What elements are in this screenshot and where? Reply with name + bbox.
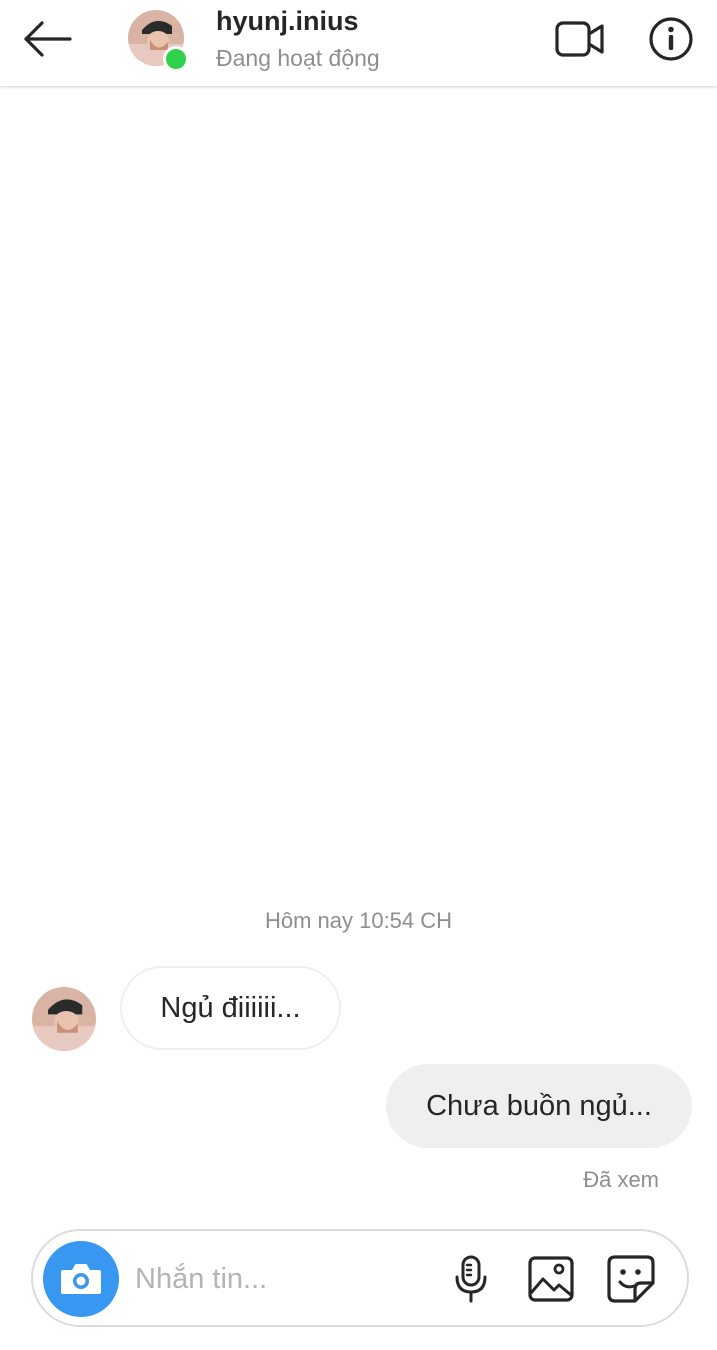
sender-avatar[interactable]: [32, 987, 96, 1051]
sticker-icon: [607, 1255, 655, 1303]
info-button[interactable]: [648, 16, 694, 62]
info-icon: [649, 17, 693, 61]
video-call-button[interactable]: [552, 16, 608, 62]
online-status-indicator: [163, 46, 189, 72]
avatar-image: [32, 987, 96, 1051]
camera-button[interactable]: [43, 1241, 119, 1317]
microphone-icon: [455, 1255, 487, 1303]
sticker-button[interactable]: [605, 1253, 657, 1305]
message-timestamp: Hôm nay 10:54 CH: [264, 908, 453, 933]
chat-username[interactable]: hyunj.inius: [216, 6, 359, 37]
voice-message-button[interactable]: [447, 1253, 495, 1305]
active-status: Đang hoạt động: [216, 45, 380, 71]
incoming-message-bubble[interactable]: Ngủ điiiiii...: [120, 966, 341, 1050]
chat-header: hyunj.inius Đang hoạt động: [0, 0, 717, 86]
image-gallery-icon: [528, 1256, 574, 1302]
message-composer: [31, 1229, 689, 1327]
arrow-left-icon: [24, 21, 72, 57]
back-button[interactable]: [18, 14, 76, 64]
direct-message-screen: hyunj.inius Đang hoạt động Hôm nay 10:54…: [0, 0, 717, 1350]
outgoing-message-bubble[interactable]: Chưa buồn ngủ...: [386, 1064, 692, 1148]
video-camera-icon: [555, 21, 604, 57]
camera-icon: [61, 1264, 101, 1294]
message-input[interactable]: [135, 1253, 425, 1305]
read-receipt: Đã xem: [583, 1167, 659, 1192]
gallery-button[interactable]: [525, 1253, 577, 1305]
